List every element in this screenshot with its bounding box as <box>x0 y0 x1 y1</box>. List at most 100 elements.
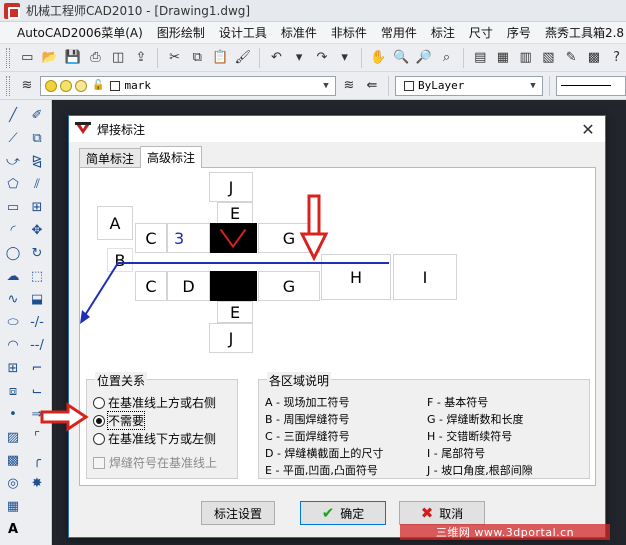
menu-drawing[interactable]: 图形绘制 <box>150 24 212 41</box>
erase-icon[interactable]: ✐ <box>27 106 47 125</box>
break-icon[interactable]: ⌙ <box>27 382 47 401</box>
radio-not-needed[interactable]: 不需要 <box>93 411 146 430</box>
symbol-on-reference-checkbox[interactable]: 焊缝符号在基准线上 <box>93 454 217 471</box>
layer-manager-icon[interactable]: ≋ <box>17 76 37 96</box>
circle-icon[interactable]: ◯ <box>3 244 23 263</box>
field-g-lower[interactable]: G <box>258 271 320 301</box>
rectangle-icon[interactable]: ▭ <box>3 198 23 217</box>
break-at-point-icon[interactable]: ⌐ <box>27 359 47 378</box>
polygon-icon[interactable]: ⬠ <box>3 175 23 194</box>
make-layer-current-icon[interactable]: ≋ <box>339 76 359 96</box>
scale-icon[interactable]: ⬚ <box>27 267 47 286</box>
redo-dropdown-icon[interactable]: ▾ <box>335 48 354 68</box>
layer-color-swatch[interactable] <box>110 80 121 91</box>
properties-icon[interactable]: ▤ <box>471 48 490 68</box>
stretch-icon[interactable]: ⬓ <box>27 290 47 309</box>
open-folder-icon[interactable]: 📂 <box>41 48 60 68</box>
gradient-icon[interactable]: ▩ <box>3 451 23 470</box>
arc-icon[interactable]: ◜ <box>3 221 23 240</box>
annotation-settings-button[interactable]: 标注设置 <box>201 501 275 525</box>
radio-above[interactable]: 在基准线上方或右侧 <box>93 394 216 411</box>
radio-above-circle[interactable] <box>93 396 105 409</box>
basic-symbol-field-lower[interactable] <box>210 271 257 301</box>
polyline-icon[interactable]: ⤻ <box>3 152 23 171</box>
field-j-top[interactable]: J <box>209 172 253 202</box>
field-b[interactable]: B <box>107 248 133 272</box>
chevron-down-icon[interactable]: ▼ <box>526 79 540 93</box>
tab-advanced[interactable]: 高级标注 <box>140 146 203 168</box>
zoom-window-icon[interactable]: 🔎 <box>414 48 433 68</box>
field-c-upper[interactable]: C <box>135 223 167 253</box>
tool-palettes-icon[interactable]: ▥ <box>516 48 535 68</box>
sheet-set-icon[interactable]: ▧ <box>539 48 558 68</box>
menu-sequence[interactable]: 序号 <box>500 24 538 41</box>
region-icon[interactable]: ◎ <box>3 474 23 493</box>
undo-dropdown-icon[interactable]: ▾ <box>290 48 309 68</box>
array-icon[interactable]: ⊞ <box>27 198 47 217</box>
print-icon[interactable]: ⎙ <box>86 48 105 68</box>
radio-not-needed-circle[interactable] <box>93 414 105 427</box>
markup-icon[interactable]: ✎ <box>562 48 581 68</box>
menu-annotation[interactable]: 标注 <box>424 24 462 41</box>
field-d-upper[interactable]: 3 <box>167 223 210 253</box>
field-e-bottom[interactable]: E <box>217 301 253 323</box>
offset-icon[interactable]: ⫽ <box>27 175 47 194</box>
help-icon[interactable]: ? <box>607 48 626 68</box>
redo-icon[interactable]: ↷ <box>313 48 332 68</box>
layer-freeze-sun-icon[interactable] <box>60 79 72 92</box>
hatch-icon[interactable]: ▨ <box>3 428 23 447</box>
layer-viewport-icon[interactable] <box>75 79 87 92</box>
publish-icon[interactable]: ⇪ <box>132 48 151 68</box>
menu-autocad[interactable]: AutoCAD2006菜单(A) <box>10 24 150 41</box>
match-properties-icon[interactable]: 🖌 <box>233 48 252 68</box>
spline-icon[interactable]: ∿ <box>3 290 23 309</box>
text-icon[interactable]: A <box>3 520 23 539</box>
checkbox-box[interactable] <box>93 456 105 469</box>
construction-line-icon[interactable]: ⟋ <box>3 129 23 148</box>
make-block-icon[interactable]: ⧈ <box>3 382 23 401</box>
field-e-top[interactable]: E <box>217 202 253 224</box>
zoom-realtime-icon[interactable]: 🔍 <box>392 48 411 68</box>
explode-icon[interactable]: ✸ <box>27 474 47 493</box>
move-icon[interactable]: ✥ <box>27 221 47 240</box>
field-a[interactable]: A <box>97 206 133 240</box>
rotate-icon[interactable]: ↻ <box>27 244 47 263</box>
layer-combo[interactable]: 🔓 mark ▼ <box>40 75 336 96</box>
field-i[interactable]: I <box>393 254 457 300</box>
fillet-icon[interactable]: ╭ <box>27 451 47 470</box>
undo-icon[interactable]: ↶ <box>267 48 286 68</box>
copy-icon[interactable]: ⧉ <box>188 48 207 68</box>
field-h[interactable]: H <box>321 254 391 300</box>
ellipse-icon[interactable]: ⬭ <box>3 313 23 332</box>
color-combo[interactable]: ByLayer ▼ <box>395 75 543 96</box>
ok-button[interactable]: ✔ 确定 <box>300 501 386 525</box>
preview-icon[interactable]: ◫ <box>109 48 128 68</box>
revision-cloud-icon[interactable]: ☁ <box>3 267 23 286</box>
new-file-icon[interactable]: ▭ <box>18 48 37 68</box>
extend-icon[interactable]: --/ <box>27 336 47 355</box>
basic-symbol-field-upper[interactable] <box>210 223 257 253</box>
field-c-lower[interactable]: C <box>135 271 167 301</box>
cut-icon[interactable]: ✂ <box>165 48 184 68</box>
cancel-button[interactable]: ✖ 取消 <box>399 501 485 525</box>
menu-yanxiu-toolbox[interactable]: 燕秀工具箱2.8 <box>538 24 626 41</box>
pan-icon[interactable]: ✋ <box>369 48 388 68</box>
insert-block-icon[interactable]: ⊞ <box>3 359 23 378</box>
calculator-icon[interactable]: ▩ <box>585 48 604 68</box>
menu-standard-parts[interactable]: 标准件 <box>274 24 324 41</box>
radio-below[interactable]: 在基准线下方或左侧 <box>93 430 216 447</box>
menu-common-parts[interactable]: 常用件 <box>374 24 424 41</box>
menu-design-tools[interactable]: 设计工具 <box>212 24 274 41</box>
close-icon[interactable]: ✕ <box>577 118 599 140</box>
mirror-icon[interactable]: ⧎ <box>27 152 47 171</box>
linetype-combo[interactable] <box>556 75 626 96</box>
field-g-upper[interactable]: G <box>258 223 320 253</box>
trim-icon[interactable]: -/- <box>27 313 47 332</box>
layer-lock-icon[interactable]: 🔓 <box>92 80 104 91</box>
line-icon[interactable]: ╱ <box>3 106 23 125</box>
layer-on-bulb-icon[interactable] <box>45 79 57 92</box>
toolbar-grip[interactable] <box>6 75 10 96</box>
design-center-icon[interactable]: ▦ <box>494 48 513 68</box>
menu-nonstandard-parts[interactable]: 非标件 <box>324 24 374 41</box>
zoom-previous-icon[interactable]: ⌕ <box>437 48 456 68</box>
